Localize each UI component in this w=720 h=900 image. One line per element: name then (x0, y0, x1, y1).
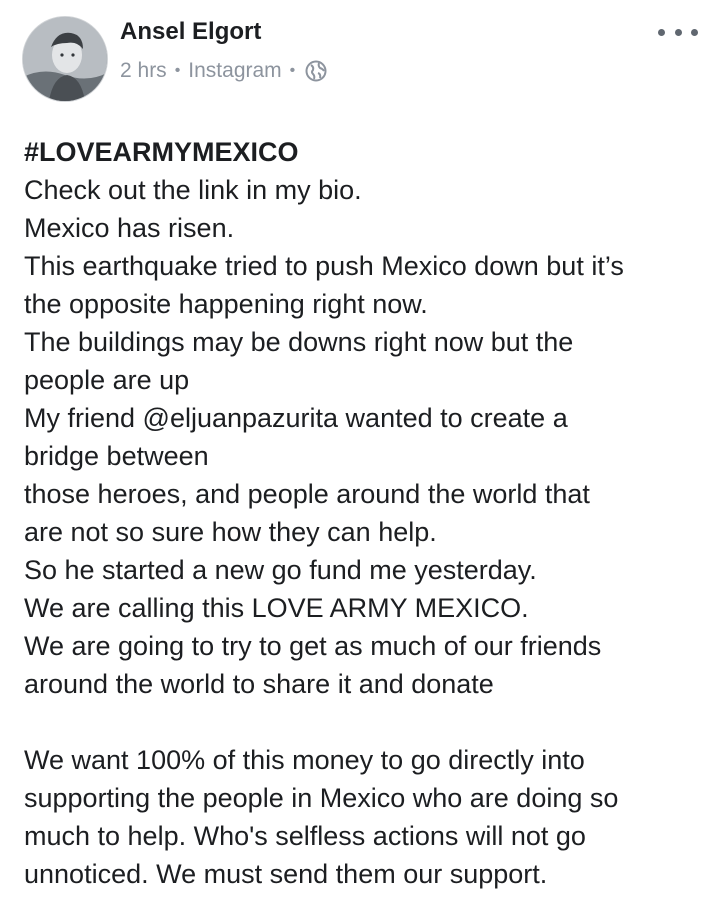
globe-icon (305, 60, 327, 82)
post-meta: 2 hrs • Instagram • (120, 56, 327, 86)
post-line: My friend @eljuanpazurita wanted to crea… (24, 403, 568, 433)
post-line: We are going to try to get as much of ou… (24, 631, 602, 661)
post-header: Ansel Elgort 2 hrs • Instagram • (22, 14, 698, 102)
more-options-icon[interactable] (658, 20, 698, 44)
post-line: are not so sure how they can help. (24, 517, 437, 547)
post-line: Check out the link in my bio. (24, 175, 362, 205)
post-line: We are calling this LOVE ARMY MEXICO. (24, 593, 529, 623)
facebook-post: Ansel Elgort 2 hrs • Instagram • #LOVEAR… (0, 0, 720, 900)
post-line: supporting the people in Mexico who are … (24, 783, 619, 813)
post-line: people are up (24, 365, 190, 395)
post-line: We want 100% of this money to go directl… (24, 745, 585, 775)
post-line: Mexico has risen. (24, 213, 235, 243)
avatar-image (23, 17, 107, 101)
post-line: those heroes, and people around the worl… (24, 479, 590, 509)
post-line: unnoticed. We must send them our support… (24, 859, 548, 889)
avatar[interactable] (22, 16, 108, 102)
post-author-name[interactable]: Ansel Elgort (120, 16, 261, 48)
post-line: This earthquake tried to push Mexico dow… (24, 251, 624, 281)
hashtag-link[interactable]: #LOVEARMYMEXICO (24, 133, 700, 171)
post-line: around the world to share it and donate (24, 669, 494, 699)
post-line: The buildings may be downs right now but… (24, 327, 574, 357)
post-source: Instagram (188, 59, 282, 82)
post-line: bridge between (24, 441, 209, 471)
post-line: the opposite happening right now. (24, 289, 428, 319)
post-line: much to help. Who's selfless actions wil… (24, 821, 586, 851)
meta-separator: • (174, 62, 181, 79)
meta-separator: • (289, 62, 296, 79)
post-time[interactable]: 2 hrs (120, 56, 167, 86)
post-line: So he started a new go fund me yesterday… (24, 555, 537, 585)
post-body: #LOVEARMYMEXICO Check out the link in my… (24, 133, 700, 893)
